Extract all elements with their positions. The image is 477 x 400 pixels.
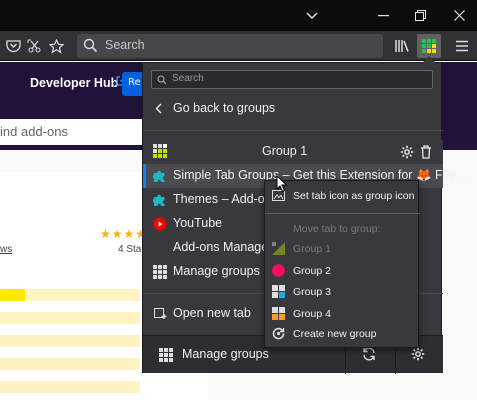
puzzle-icon: [151, 169, 167, 186]
tab-title: Manage groups: [173, 264, 260, 278]
reviews-link[interactable]: ws: [0, 244, 12, 255]
trash-icon[interactable]: [420, 145, 432, 162]
sync-icon[interactable]: [362, 347, 376, 364]
move-tab-header-label: Move tab to group:: [293, 223, 381, 235]
active-tab-indicator: [143, 164, 146, 188]
youtube-icon: [153, 217, 167, 234]
group-label: Group 1: [293, 243, 331, 255]
close-window-button[interactable]: [436, 0, 477, 31]
developer-hub-link[interactable]: Developer Hub: [30, 76, 118, 90]
group1-icon: [272, 242, 285, 255]
group-label: Group 3: [293, 286, 331, 298]
rating-bar-track: [0, 358, 140, 370]
grid-icon: [153, 265, 167, 282]
rating-bar-track: [0, 335, 140, 347]
move-tab-header: Move tab to group:: [265, 219, 420, 239]
group3-icon: [272, 285, 285, 298]
tab-title: Themes – Add-ons: [173, 192, 278, 206]
create-new-group-menu-item[interactable]: Create new group: [265, 324, 420, 344]
tab-title: YouTube: [173, 216, 223, 230]
separator: [265, 213, 420, 214]
open-new-tab-label: Open new tab: [173, 306, 251, 320]
bookmark-star-icon[interactable]: [46, 36, 66, 56]
group-header: Group 1: [143, 140, 443, 164]
separator: [143, 130, 443, 131]
pocket-icon[interactable]: [3, 36, 23, 56]
search-icon: [157, 74, 167, 88]
go-back-button[interactable]: Go back to groups: [143, 97, 443, 121]
move-to-group-menu-item[interactable]: Group 4: [265, 304, 420, 324]
search-placeholder: Search: [105, 38, 145, 52]
move-to-group-menu-item: Group 1: [265, 239, 420, 259]
group1-icon: [153, 144, 167, 158]
simple-tab-groups-extension-button[interactable]: [417, 34, 441, 58]
addons-search-placeholder: ind add-ons: [0, 124, 68, 139]
group-label: Group 2: [293, 264, 331, 277]
manage-groups-button[interactable]: Manage groups: [182, 347, 269, 361]
rating-bar-fill: [0, 289, 26, 301]
addons-search-input[interactable]: ind add-ons: [0, 119, 150, 145]
search-icon: [83, 38, 98, 56]
popup-search-input[interactable]: Search: [151, 70, 433, 89]
manage-groups-icon: [159, 348, 173, 362]
simple-tab-groups-icon: [422, 39, 436, 53]
move-to-group-menu-item[interactable]: Group 3: [265, 282, 420, 302]
new-tab-icon: [154, 307, 167, 323]
rating-bar-track: [0, 381, 140, 393]
rating-stars: ★★★★: [100, 227, 148, 241]
tab-context-menu: Set tab icon as group icon Move tab to g…: [264, 180, 420, 348]
set-tab-icon-label: Set tab icon as group icon: [293, 190, 415, 202]
mouse-cursor-icon: [276, 174, 288, 196]
group-label: Group 4: [293, 307, 331, 320]
rating-bar-track: [0, 289, 140, 301]
navigation-toolbar: Search: [0, 31, 477, 61]
rating-bar-track: [0, 312, 140, 324]
tab-list-chevron-icon[interactable]: [289, 0, 335, 31]
stars-label: 4 Sta: [118, 244, 142, 255]
go-back-label: Go back to groups: [173, 101, 276, 115]
library-icon[interactable]: [392, 36, 412, 56]
create-group-icon: [272, 327, 285, 340]
group2-icon: [272, 263, 285, 277]
group4-icon: [272, 306, 285, 320]
group-title: Group 1: [262, 144, 308, 158]
set-tab-icon-menu-item[interactable]: Set tab icon as group icon: [265, 186, 420, 206]
chevron-left-icon: [155, 103, 162, 117]
title-bar: [0, 0, 477, 31]
move-to-group-menu-item[interactable]: Group 2: [265, 261, 420, 281]
create-new-group-label: Create new group: [293, 328, 377, 340]
screenshot-icon[interactable]: [24, 36, 44, 56]
popup-arrow: [422, 56, 436, 63]
hamburger-menu-icon[interactable]: [452, 36, 472, 56]
popup-search-placeholder: Search: [172, 73, 204, 84]
settings-gear-icon[interactable]: [400, 145, 414, 162]
search-bar[interactable]: Search: [77, 34, 383, 58]
tab-title: Add-ons Manager: [173, 240, 273, 254]
puzzle-icon: [151, 193, 167, 210]
settings-gear-icon[interactable]: [411, 347, 425, 364]
